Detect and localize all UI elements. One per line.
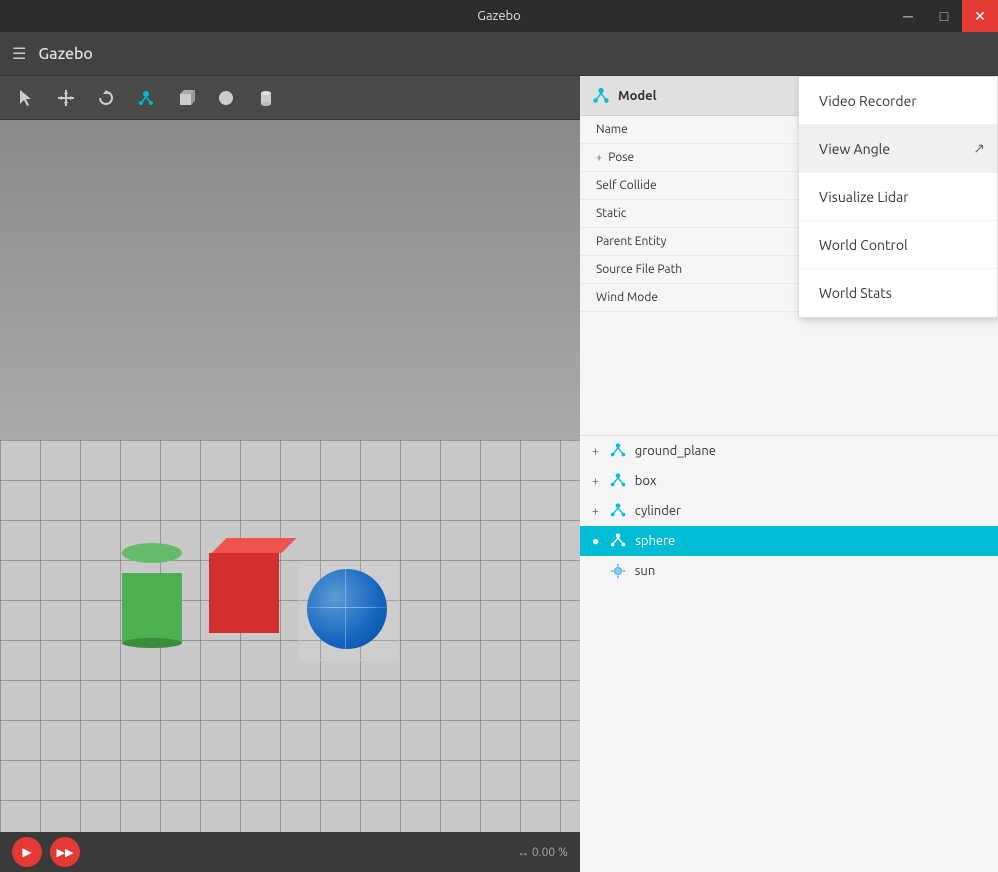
fast-forward-button[interactable]: ▶▶ [50, 837, 80, 867]
right-panel: Model Name + Pose Self Collide Static [580, 76, 998, 872]
pose-expand-icon: + [596, 152, 602, 164]
node-icon-cylinder [609, 502, 627, 520]
cursor-indicator: ↗ [973, 140, 985, 157]
dropdown-item-video-recorder[interactable]: Video Recorder [799, 77, 997, 125]
titlebar: Gazebo ─ □ ✕ [0, 0, 998, 32]
sphere-object[interactable] [307, 569, 392, 654]
cylinder-tool-button[interactable] [248, 82, 284, 114]
scene-label-cylinder: cylinder [635, 504, 681, 518]
scene-item-box[interactable]: + box [580, 466, 998, 496]
zoom-arrow-icon: ↔ [517, 846, 529, 859]
minimize-button[interactable]: ─ [890, 0, 926, 32]
name-label: Name [596, 123, 628, 136]
dropdown-label-world-control: World Control [819, 237, 908, 253]
viewport-panel: ▶ ▶▶ ↔ 0.00 % [0, 76, 580, 872]
select-tool-button[interactable] [8, 82, 44, 114]
cube-top-face [211, 538, 296, 553]
window-title: Gazebo [477, 9, 521, 23]
toolbar [0, 76, 580, 120]
sphere-tool-button[interactable] [208, 82, 244, 114]
hamburger-menu-button[interactable]: ☰ [12, 44, 26, 63]
scene-label-sphere: sphere [635, 534, 675, 548]
sphere-meridian-line [345, 569, 346, 649]
node-icon-sphere [609, 532, 627, 550]
dropdown-menu: Video Recorder View Angle ↗ Visualize Li… [798, 76, 998, 318]
scene-panel: + ground_plane + [580, 436, 998, 872]
dropdown-label-world-stats: World Stats [819, 285, 892, 301]
rotate-tool-button[interactable] [88, 82, 124, 114]
scene-label-ground_plane: ground_plane [635, 444, 716, 458]
cylinder-object[interactable] [122, 543, 182, 633]
scene-item-sun[interactable]: + sun [580, 556, 998, 586]
maximize-button[interactable]: □ [926, 0, 962, 32]
scene-item-ground_plane[interactable]: + ground_plane [580, 436, 998, 466]
dropdown-item-view-angle[interactable]: View Angle ↗ [799, 125, 997, 173]
sphere-mesh [307, 569, 387, 649]
playback-controls: ▶ ▶▶ [12, 837, 80, 867]
static-label: Static [596, 207, 626, 220]
cube-front-face [209, 553, 279, 633]
pose-label: Pose [608, 151, 634, 164]
node-icon-sun [609, 562, 627, 580]
close-button[interactable]: ✕ [962, 0, 998, 32]
self-collide-label: Self Collide [596, 179, 657, 192]
dropdown-label-video-recorder: Video Recorder [819, 93, 917, 109]
dropdown-item-world-control[interactable]: World Control [799, 221, 997, 269]
scene-item-cylinder[interactable]: + cylinder [580, 496, 998, 526]
box-tool-button[interactable] [168, 82, 204, 114]
app-header: ☰ Gazebo [0, 32, 998, 76]
dropdown-item-world-stats[interactable]: World Stats [799, 269, 997, 317]
dropdown-label-view-angle: View Angle [819, 141, 890, 157]
source-file-label: Source File Path [596, 263, 682, 276]
wind-mode-label: Wind Mode [596, 291, 658, 304]
scene-label-box: box [635, 474, 657, 488]
expand-icon-ground_plane: + [592, 445, 599, 458]
app-title: Gazebo [38, 45, 93, 63]
content-area: ▶ ▶▶ ↔ 0.00 % [0, 76, 998, 872]
node-icon-box [609, 472, 627, 490]
play-button[interactable]: ▶ [12, 837, 42, 867]
window-controls: ─ □ ✕ [890, 0, 998, 32]
sky-background [0, 120, 580, 440]
app-layout: ☰ Gazebo [0, 32, 998, 872]
expand-icon-box: + [592, 475, 599, 488]
viewport-3d[interactable] [0, 120, 580, 832]
model-icon [592, 87, 610, 105]
zoom-value: 0.00 % [532, 846, 568, 859]
expand-icon-sphere: ● [592, 534, 599, 548]
cylinder-bottom [122, 638, 182, 648]
node-icon-ground_plane [609, 442, 627, 460]
translate-tool-button[interactable] [48, 82, 84, 114]
viewport-bottom-bar: ▶ ▶▶ ↔ 0.00 % [0, 832, 580, 872]
cylinder-body [122, 573, 182, 643]
parent-entity-label: Parent Entity [596, 235, 666, 248]
expand-icon-cylinder: + [592, 505, 599, 518]
inspector-title: Model [618, 89, 657, 103]
scene-item-sphere[interactable]: ● sphere [580, 526, 998, 556]
dropdown-label-visualize-lidar: Visualize Lidar [819, 189, 909, 205]
dropdown-item-visualize-lidar[interactable]: Visualize Lidar [799, 173, 997, 221]
sphere-equator-line [307, 607, 387, 608]
box-object[interactable] [209, 538, 279, 633]
zoom-indicator: ↔ 0.00 % [517, 845, 568, 859]
model-tool-button[interactable] [128, 82, 164, 114]
scene-label-sun: sun [635, 564, 656, 578]
cylinder-top [122, 543, 182, 563]
grid-overlay [0, 440, 580, 832]
